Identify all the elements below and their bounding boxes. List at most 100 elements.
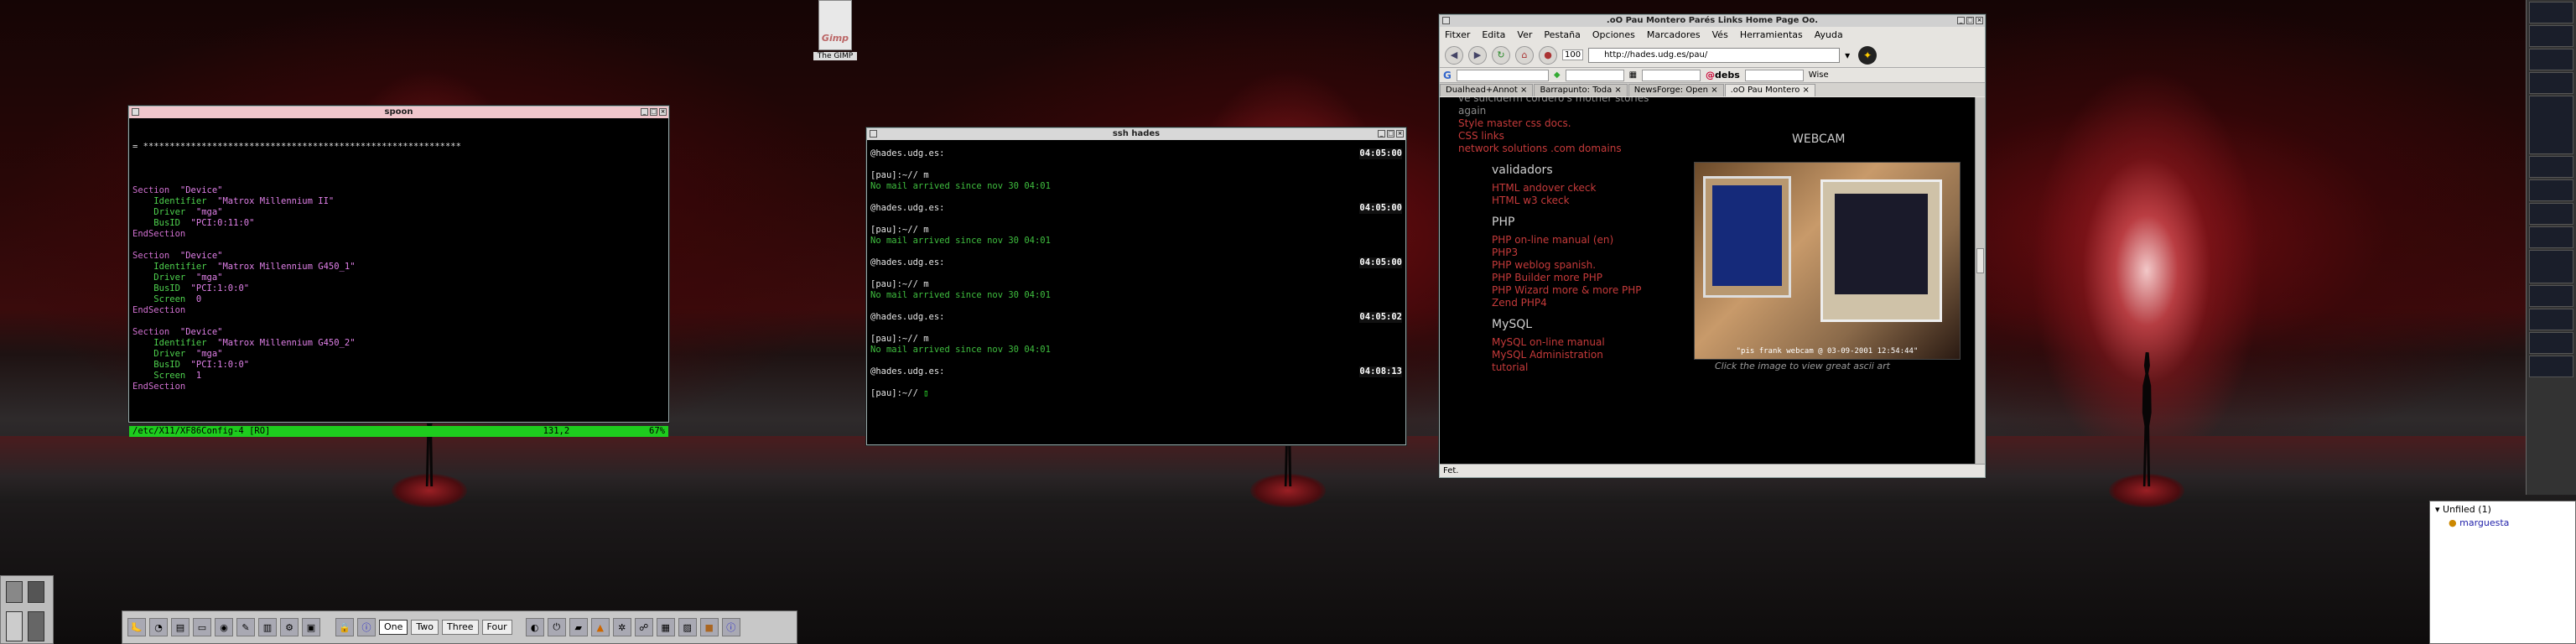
menu-marcadores[interactable]: Marcadores (1647, 29, 1701, 40)
link-style-master[interactable]: Style master css docs. (1458, 117, 1693, 130)
debs-search-field[interactable] (1744, 69, 1804, 81)
workspace-four[interactable]: Four (481, 620, 512, 635)
buddy-group[interactable]: ▾ Unfiled (1) (2430, 501, 2575, 517)
section-link[interactable]: PHP3 (1492, 247, 1693, 259)
section-link[interactable]: MySQL on-line manual (1492, 336, 1693, 349)
help-icon[interactable]: ⓘ (721, 618, 740, 636)
network-icon[interactable]: ☍ (634, 618, 653, 636)
section-link[interactable]: PHP on-line manual (en) (1492, 234, 1693, 247)
section-link[interactable]: PHP Builder more PHP (1492, 272, 1693, 284)
tab-close-icon[interactable]: × (1711, 86, 1717, 95)
vim-titlebar[interactable]: spoon _ □ × (129, 106, 668, 118)
tab-newsforge[interactable]: NewsForge: Open × (1628, 84, 1724, 96)
terminal-icon[interactable]: ▭ (193, 618, 211, 636)
stop-button[interactable]: ● (1539, 45, 1557, 65)
tab-close-icon[interactable]: × (1614, 86, 1621, 95)
close-icon[interactable]: × (659, 108, 667, 116)
gkrellm-monitor[interactable] (2526, 0, 2576, 495)
section-link[interactable]: tutorial (1492, 361, 1693, 374)
webcam-image[interactable]: "pis frank webcam @ 03-09-2001 12:54:44" (1694, 162, 1961, 360)
menu-fitxer[interactable]: Fitxer (1445, 29, 1470, 40)
link-network-solutions[interactable]: network solutions .com domains (1458, 143, 1693, 155)
tab-close-icon[interactable]: × (1803, 86, 1810, 95)
package-icon[interactable]: ■ (699, 618, 719, 636)
workspace-two[interactable]: Two (411, 620, 439, 635)
vim-window[interactable]: spoon _ □ × = ****************************… (128, 106, 669, 437)
workspace-one[interactable]: One (379, 620, 408, 635)
print-icon[interactable]: ▥ (258, 618, 277, 636)
tab-dualhead[interactable]: Dualhead+Annot × (1440, 84, 1534, 96)
lock-icon[interactable]: 🔒 (335, 618, 354, 636)
trash-icon[interactable]: ▨ (678, 618, 697, 636)
google-search-field[interactable] (1456, 69, 1549, 81)
maximize-icon[interactable]: □ (650, 108, 657, 116)
back-button[interactable]: ◀ (1445, 45, 1463, 65)
google-bookmark[interactable]: G (1443, 70, 1452, 81)
workspace-three[interactable]: Three (442, 620, 479, 635)
tab-pau-montero[interactable]: .oO Pau Montero × (1724, 84, 1815, 96)
ssh-window[interactable]: ssh hades _ □ × @hades.udg.es: 04:05:00 [pau… (866, 127, 1406, 445)
file-manager-icon[interactable]: ▤ (171, 618, 190, 636)
menu-icon[interactable] (1442, 17, 1450, 24)
buddy-list-window[interactable]: ▾ Unfiled (1) ● marguesta (2429, 501, 2576, 644)
menu-ayuda[interactable]: Ayuda (1815, 29, 1843, 40)
browser-titlebar[interactable]: .oO Pau Montero Parés Links Home Page Oo… (1440, 15, 1985, 27)
section-link[interactable]: MySQL Administration (1492, 349, 1693, 361)
zoom-level[interactable]: 100 (1562, 49, 1584, 60)
go-icon[interactable]: ▾ (1845, 49, 1850, 61)
scrollbar-thumb[interactable] (1976, 248, 1984, 273)
search-field-2[interactable] (1642, 69, 1701, 81)
image-viewer-icon[interactable]: ▲ (590, 618, 610, 636)
maximize-icon[interactable]: □ (1966, 17, 1974, 24)
link-partial[interactable]: ve suiciderm cordero's mother stories (1458, 97, 1693, 105)
toolbar-icon[interactable]: ▦ (1629, 70, 1637, 80)
reload-button[interactable]: ↻ (1492, 45, 1510, 65)
gear-icon[interactable]: ✲ (612, 618, 631, 636)
menu-edita[interactable]: Edita (1482, 29, 1505, 40)
gnome-foot-icon[interactable]: 🦶 (127, 618, 146, 636)
wise-bookmark[interactable]: Wise (1809, 70, 1829, 80)
bookmark-icon[interactable]: ◆ (1554, 70, 1561, 80)
vim-buffer[interactable]: = **************************************… (129, 118, 668, 416)
debian-bookmark[interactable]: @debs (1706, 70, 1740, 80)
section-link[interactable]: PHP Wizard more & more PHP (1492, 284, 1693, 297)
browser-icon[interactable]: ◉ (215, 618, 233, 636)
section-link[interactable]: Zend PHP4 (1492, 297, 1693, 309)
mozilla-logo-icon[interactable]: ✦ (1858, 45, 1877, 65)
link-again[interactable]: again (1458, 105, 1693, 117)
menu-ver[interactable]: Ver (1517, 29, 1532, 40)
close-icon[interactable]: × (1396, 130, 1404, 138)
link-css[interactable]: CSS links (1458, 130, 1693, 143)
gimp-desktop-icon[interactable]: Gimp The GIMP (812, 0, 859, 67)
folder-icon[interactable]: ▰ (569, 618, 588, 636)
close-icon[interactable]: × (1976, 17, 1983, 24)
minimize-icon[interactable]: _ (1378, 130, 1385, 138)
expander-icon[interactable]: ▾ (2435, 504, 2440, 515)
url-input[interactable]: http://hades.udg.es/pau/ (1588, 47, 1841, 63)
disk-icon[interactable]: ▦ (656, 618, 675, 636)
power-icon[interactable]: ⏻ (547, 618, 566, 636)
section-link[interactable]: HTML w3 ckeck (1492, 195, 1693, 207)
menu-icon[interactable] (132, 108, 139, 116)
section-link[interactable]: PHP weblog spanish. (1492, 259, 1693, 272)
menu-herramientas[interactable]: Herramientas (1740, 29, 1803, 40)
maximize-icon[interactable]: □ (1387, 130, 1394, 138)
section-link[interactable]: HTML andover ckeck (1492, 182, 1693, 195)
gaim-icon[interactable]: ◐ (525, 618, 544, 636)
minimize-icon[interactable]: _ (1957, 17, 1965, 24)
tab-close-icon[interactable]: × (1520, 86, 1527, 95)
menu-ves[interactable]: Vés (1712, 29, 1728, 40)
minimize-icon[interactable]: _ (641, 108, 648, 116)
menu-opciones[interactable]: Opciones (1592, 29, 1635, 40)
monitor-icon[interactable]: ▣ (302, 618, 320, 636)
home-button[interactable]: ⌂ (1515, 45, 1534, 65)
forward-button[interactable]: ▶ (1468, 45, 1487, 65)
page-scrollbar[interactable] (1975, 97, 1985, 464)
info-icon[interactable]: ⓘ (357, 618, 376, 636)
clock-icon[interactable]: ◔ (149, 618, 168, 636)
ssh-terminal[interactable]: @hades.udg.es: 04:05:00 [pau]:~// m No mail… (867, 140, 1405, 401)
search-field[interactable] (1565, 69, 1624, 81)
settings-icon[interactable]: ⚙ (280, 618, 299, 636)
pager-widget[interactable] (0, 575, 54, 644)
ssh-titlebar[interactable]: ssh hades _ □ × (867, 128, 1405, 140)
